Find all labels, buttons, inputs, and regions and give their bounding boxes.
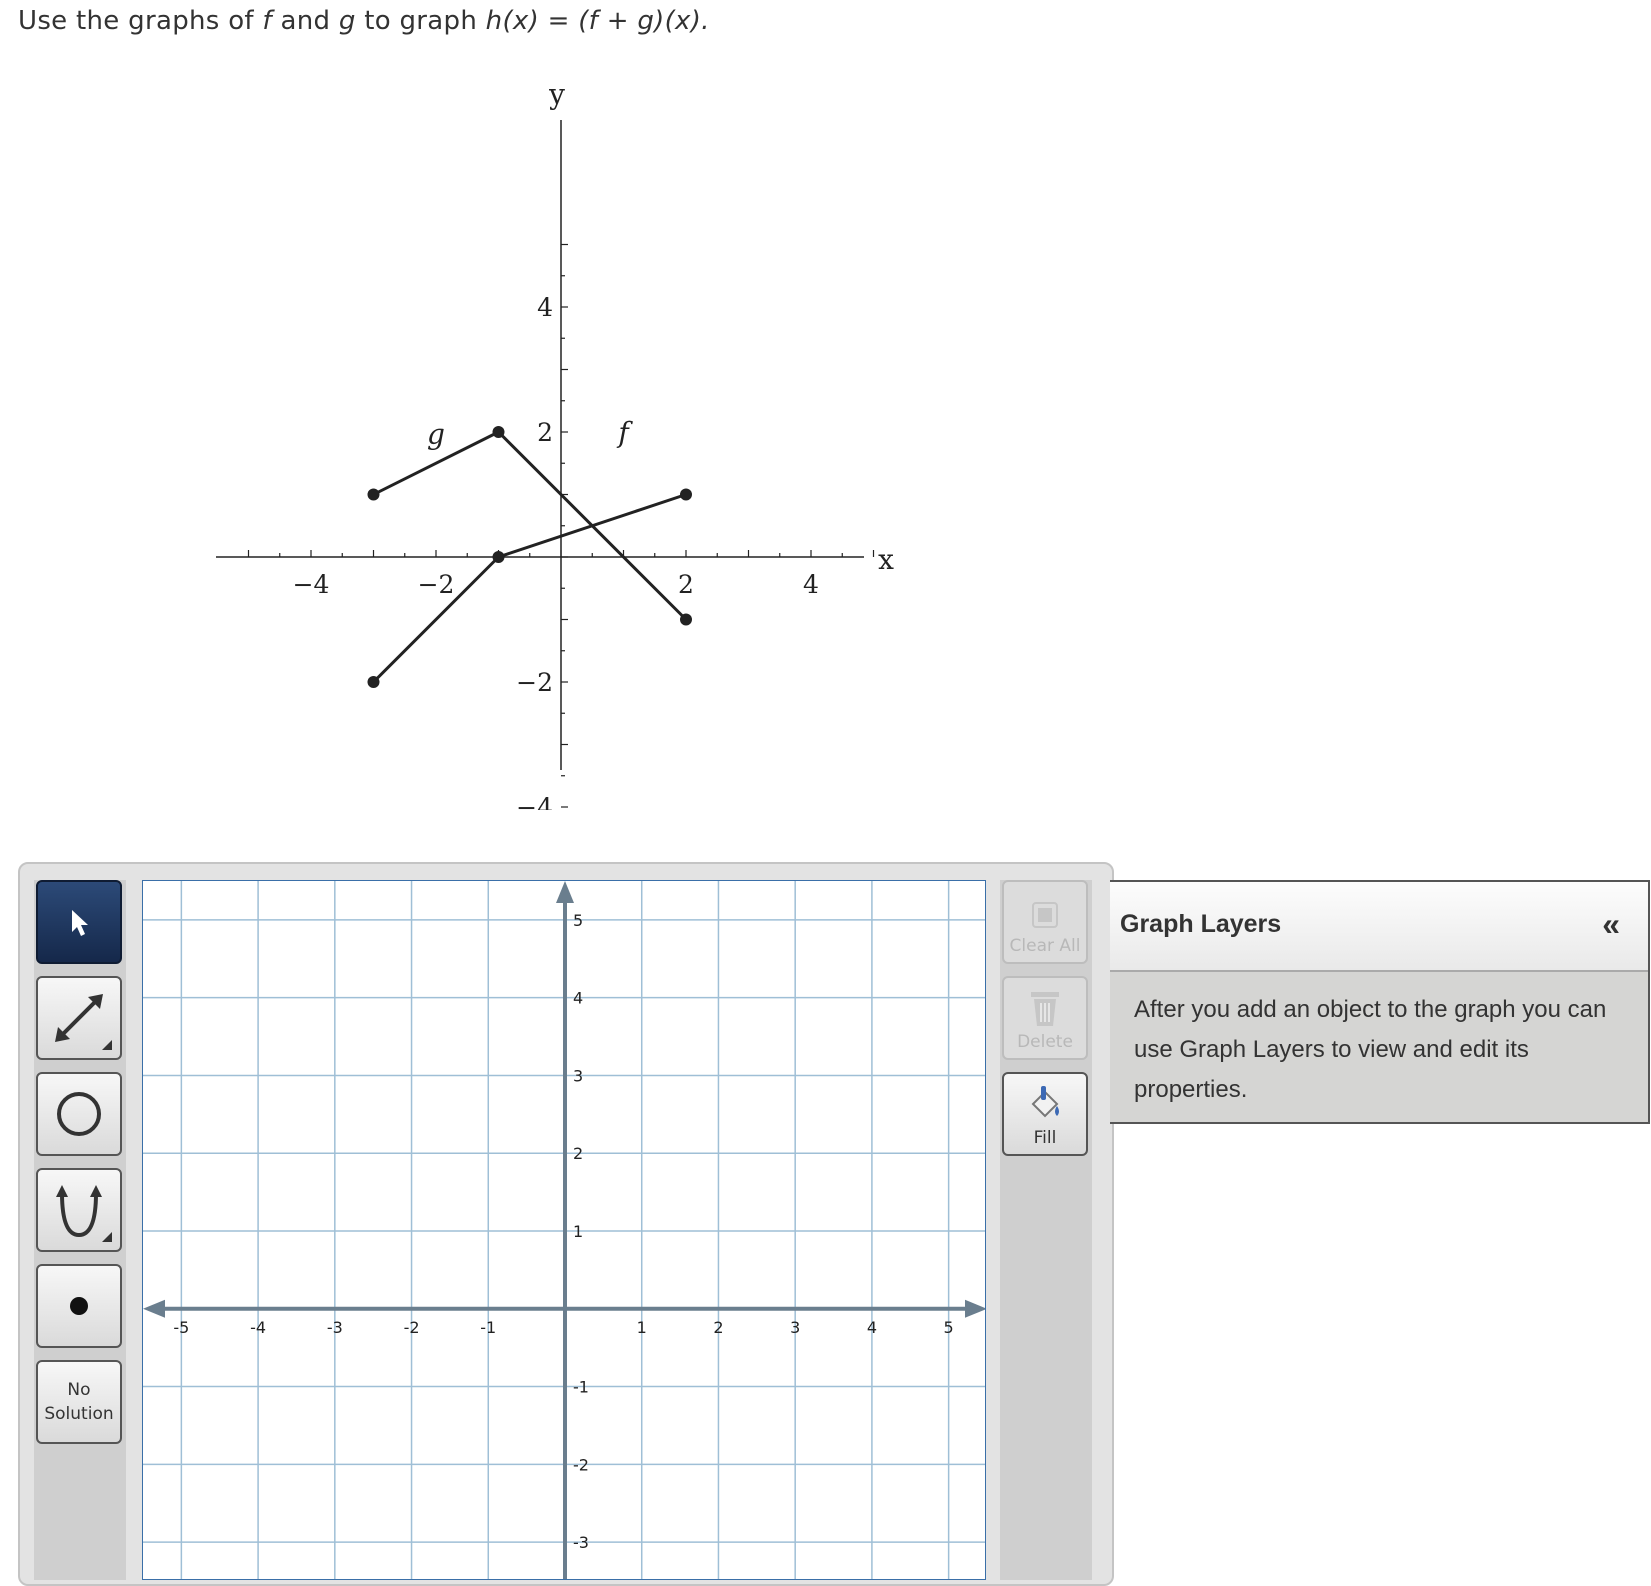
prompt-prefix: Use the graphs of bbox=[18, 6, 263, 36]
no-solution-button[interactable]: No Solution bbox=[36, 1360, 122, 1444]
y-tick-label: −4 bbox=[516, 793, 553, 810]
coordinate-grid[interactable]: -5 -4 -3 -2 -1 1 2 3 4 5 5 4 3 2 1 -1 -2 -3 bbox=[143, 881, 986, 1580]
x-tick-label: 4 bbox=[803, 570, 819, 599]
function-g-label: g bbox=[427, 418, 445, 451]
no-solution-label: No Solution bbox=[44, 1380, 114, 1424]
prompt-f: f bbox=[262, 6, 272, 36]
y-tick-label: 2 bbox=[537, 418, 553, 447]
graph-layers-title: Graph Layers bbox=[1120, 910, 1282, 938]
plot-x-tick-label: -5 bbox=[173, 1318, 189, 1337]
plot-y-tick-label: 4 bbox=[573, 989, 583, 1008]
plot-y-tick-label: -3 bbox=[573, 1533, 589, 1552]
trash-icon bbox=[1031, 992, 1059, 1026]
x-axis-right-arrow bbox=[965, 1299, 985, 1318]
prompt-expression: h(x) = (f + g)(x). bbox=[485, 6, 710, 36]
given-graph: −4 −2 2 4 4 2 −2 −4 x y g f bbox=[216, 78, 894, 810]
plot-x-tick-label: 5 bbox=[944, 1318, 954, 1337]
line-tool-icon bbox=[55, 994, 103, 1042]
plot-x-tick-label: -3 bbox=[327, 1318, 343, 1337]
function-f-point bbox=[680, 488, 692, 501]
graphing-canvas[interactable]: -5 -4 -3 -2 -1 1 2 3 4 5 5 4 3 2 1 -1 -2 -3 bbox=[142, 880, 986, 1580]
x-tick-label: 2 bbox=[678, 570, 694, 599]
select-tool-button[interactable] bbox=[36, 880, 122, 964]
delete-label: Delete bbox=[1017, 1032, 1073, 1052]
plot-y-tick-label: 2 bbox=[573, 1144, 583, 1163]
circle-tool-button[interactable] bbox=[36, 1072, 122, 1156]
clear-all-icon bbox=[1032, 902, 1058, 928]
delete-button[interactable]: Delete bbox=[1002, 976, 1088, 1060]
parabola-tool-button[interactable] bbox=[36, 1168, 122, 1252]
x-tick-label: −2 bbox=[418, 570, 455, 599]
plot-x-tick-label: -2 bbox=[404, 1318, 420, 1337]
plot-x-tick-label: -4 bbox=[250, 1318, 266, 1337]
x-axis-left-arrow bbox=[143, 1299, 165, 1318]
plot-y-tick-label: -1 bbox=[573, 1378, 589, 1397]
graph-layers-panel: Graph Layers « After you add an object t… bbox=[1110, 880, 1650, 1124]
function-f-point bbox=[367, 676, 380, 688]
line-tool-button[interactable] bbox=[36, 976, 122, 1060]
y-axis-label: y bbox=[548, 78, 565, 111]
question-prompt: Use the graphs of f and g to graph h(x) … bbox=[18, 6, 710, 36]
function-f-label: f bbox=[616, 416, 633, 449]
plot-y-tick-label: 5 bbox=[573, 911, 583, 930]
prompt-g: g bbox=[338, 6, 356, 36]
function-g-point bbox=[492, 426, 505, 438]
y-tick-label: −2 bbox=[516, 668, 553, 697]
parabola-tool-icon bbox=[56, 1185, 102, 1238]
y-axis-up-arrow bbox=[556, 881, 574, 903]
fill-button[interactable]: Fill bbox=[1002, 1072, 1088, 1156]
function-g-point bbox=[367, 488, 380, 501]
function-g-point bbox=[680, 613, 692, 626]
arrow-pointer-icon bbox=[72, 910, 88, 936]
plot-x-tick-label: 2 bbox=[713, 1318, 723, 1337]
function-f-point bbox=[492, 551, 505, 563]
plot-y-tick-label: -2 bbox=[573, 1455, 589, 1474]
x-tick-label: −4 bbox=[293, 570, 330, 599]
graph-layers-header: Graph Layers « bbox=[1110, 882, 1648, 972]
point-tool-icon bbox=[70, 1297, 88, 1315]
prompt-to-graph: to graph bbox=[355, 6, 486, 36]
point-tool-button[interactable] bbox=[36, 1264, 122, 1348]
clear-all-button[interactable]: Clear All bbox=[1002, 880, 1088, 964]
plot-x-tick-label: 4 bbox=[867, 1318, 877, 1337]
clear-all-label: Clear All bbox=[1009, 936, 1081, 956]
fill-label: Fill bbox=[1033, 1128, 1057, 1148]
plot-x-tick-label: 3 bbox=[790, 1318, 800, 1337]
paint-bucket-icon bbox=[1031, 1086, 1059, 1118]
plot-x-tick-label: -1 bbox=[480, 1318, 496, 1337]
prompt-and: and bbox=[271, 6, 339, 36]
plot-x-tick-label: 1 bbox=[637, 1318, 647, 1337]
x-axis-label: x bbox=[878, 543, 894, 576]
plot-y-tick-label: 1 bbox=[573, 1222, 583, 1241]
collapse-panel-icon[interactable]: « bbox=[1602, 906, 1620, 943]
graph-layers-help-text: After you add an object to the graph you… bbox=[1134, 996, 1607, 1103]
circle-tool-icon bbox=[57, 1092, 101, 1136]
plot-y-tick-label: 3 bbox=[573, 1066, 583, 1085]
y-tick-label: 4 bbox=[537, 293, 553, 322]
